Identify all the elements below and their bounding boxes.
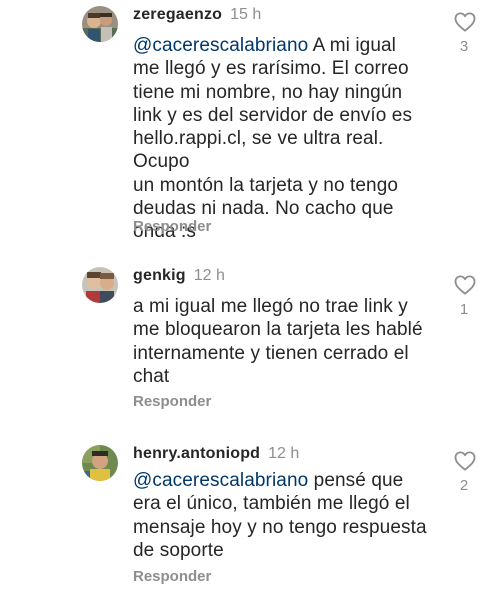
comment-header: zeregaenzo 15 h bbox=[133, 4, 261, 26]
comment-line: a mi igual me llegó no trae link y bbox=[133, 296, 408, 317]
comment-header: genkig 12 h bbox=[133, 265, 225, 287]
timestamp: 12 h bbox=[193, 267, 225, 284]
comment-line: me bloquearon la tarjeta les hablé bbox=[133, 319, 423, 341]
like-count: 3 bbox=[459, 38, 469, 55]
mention-link[interactable]: @cacerescalabriano bbox=[133, 470, 308, 491]
avatar[interactable] bbox=[82, 445, 118, 481]
heart-outline-icon[interactable] bbox=[454, 275, 476, 295]
comment-line: internamente y tienen cerrado el bbox=[133, 342, 409, 364]
avatar[interactable] bbox=[82, 267, 118, 303]
comment-line: tiene mi nombre, no hay ningún bbox=[133, 81, 403, 103]
heart-outline-icon[interactable] bbox=[454, 451, 476, 471]
comment-text: @cacerescalabriano pensé que era el único… bbox=[133, 469, 433, 562]
comment-line: pensé que bbox=[308, 470, 404, 491]
reply-button[interactable]: Responder bbox=[133, 567, 211, 587]
like-count: 1 bbox=[459, 301, 469, 318]
username[interactable]: zeregaenzo bbox=[133, 6, 222, 23]
comment-line: chat bbox=[133, 365, 170, 387]
timestamp: 15 h bbox=[230, 6, 262, 23]
comment-line: deudas ni nada. No cacho que bbox=[133, 198, 394, 220]
reply-button[interactable]: Responder bbox=[133, 392, 211, 412]
username[interactable]: genkig bbox=[133, 267, 186, 284]
comment-text: a mi igual me llegó no trae link y me blo… bbox=[133, 295, 433, 388]
comment-line: era el único, también me llegó el bbox=[133, 493, 410, 515]
comment-line: hello.rappi.cl, se ve ultra real. Ocupo bbox=[133, 128, 384, 173]
username[interactable]: henry.antoniopd bbox=[133, 445, 260, 462]
like-count: 2 bbox=[459, 477, 469, 494]
heart-outline-icon[interactable] bbox=[454, 12, 476, 32]
reply-button[interactable]: Responder bbox=[133, 217, 211, 237]
comment-line: link y es del servidor de envío es bbox=[133, 104, 413, 126]
comment-line: un montón la tarjeta y no tengo bbox=[133, 174, 399, 196]
comment-line: A mi igual bbox=[308, 35, 397, 56]
comment-header: henry.antoniopd 12 h bbox=[133, 443, 299, 465]
comment-line: mensaje hoy y no tengo respuesta bbox=[133, 516, 427, 538]
avatar[interactable] bbox=[82, 6, 118, 42]
mention-link[interactable]: @cacerescalabriano bbox=[133, 35, 308, 56]
timestamp: 12 h bbox=[268, 445, 300, 462]
comment-line: de soporte bbox=[133, 539, 224, 561]
comment-line: me llegó y es rarísimo. El correo bbox=[133, 58, 409, 80]
comment-text: @cacerescalabriano A mi igual me llegó y … bbox=[133, 34, 433, 244]
